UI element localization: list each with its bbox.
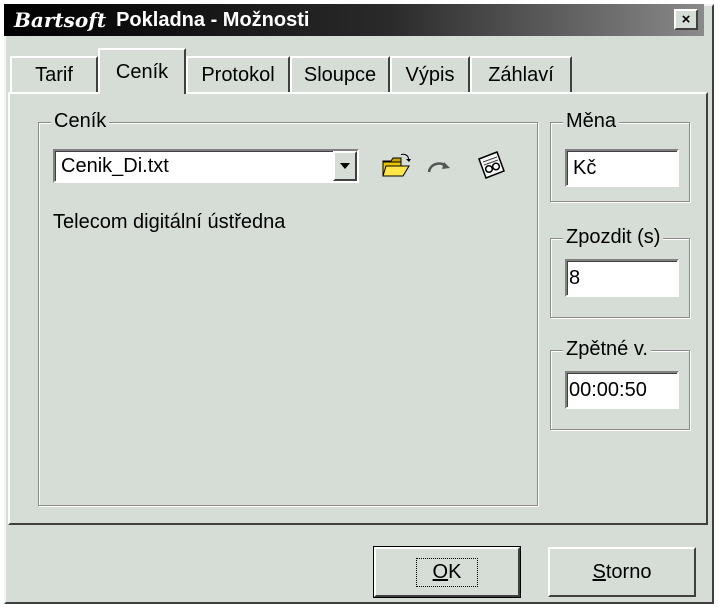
cenik-groupbox: Ceník Cenik_Di.txt Telecom digitální úst… bbox=[38, 109, 538, 506]
zpozdit-groupbox: Zpozdit (s) 8 bbox=[550, 225, 690, 318]
tab-panel-cenik: Ceník Cenik_Di.txt Telecom digitální úst… bbox=[8, 92, 708, 525]
window-title: Pokladna - Možnosti bbox=[116, 8, 310, 31]
tab-label: Sloupce bbox=[303, 63, 377, 86]
mena-input[interactable]: Kč bbox=[565, 149, 679, 187]
tab-label: Záhlaví bbox=[488, 63, 554, 86]
cenik-select[interactable]: Cenik_Di.txt bbox=[53, 149, 359, 183]
zpozdit-legend: Zpozdit (s) bbox=[563, 225, 664, 249]
tab-protokol[interactable]: Protokol bbox=[186, 56, 290, 92]
mena-legend: Měna bbox=[563, 109, 620, 133]
zpozdit-input[interactable]: 8 bbox=[565, 259, 679, 297]
ok-label-rest: K bbox=[448, 560, 462, 583]
tab-zahlavi[interactable]: Záhlaví bbox=[470, 56, 572, 92]
mena-groupbox: Měna Kč bbox=[550, 109, 690, 202]
cenik-select-value: Cenik_Di.txt bbox=[61, 155, 169, 177]
reload-arrow-icon[interactable] bbox=[423, 153, 457, 181]
tab-sloupce[interactable]: Sloupce bbox=[290, 56, 390, 92]
storno-mnemonic: S bbox=[592, 560, 606, 583]
cenik-description: Telecom digitální ústředna bbox=[53, 211, 286, 233]
cenik-legend: Ceník bbox=[51, 109, 110, 133]
close-button[interactable]: × bbox=[674, 9, 698, 30]
ok-button-label: OK bbox=[415, 557, 479, 587]
tab-label: Výpis bbox=[405, 63, 455, 86]
open-folder-icon[interactable] bbox=[379, 151, 413, 181]
chevron-down-icon[interactable] bbox=[333, 151, 357, 181]
tab-tarif[interactable]: Tarif bbox=[10, 56, 98, 92]
zpetne-legend: Zpětné v. bbox=[563, 337, 651, 361]
ok-button[interactable]: OK bbox=[373, 546, 521, 598]
tab-label: Ceník bbox=[115, 60, 169, 83]
view-icon[interactable] bbox=[473, 147, 509, 183]
tab-label: Protokol bbox=[201, 63, 275, 86]
brand-logo: Bartsoft bbox=[14, 8, 107, 32]
storno-button-label: Storno bbox=[593, 561, 652, 584]
zpetne-groupbox: Zpětné v. 00:00:50 bbox=[550, 337, 690, 430]
zpetne-input[interactable]: 00:00:50 bbox=[565, 371, 679, 409]
tab-label: Tarif bbox=[35, 63, 73, 86]
title-bar[interactable]: Bartsoft Pokladna - Možnosti × bbox=[4, 4, 704, 36]
tab-vypis[interactable]: Výpis bbox=[390, 56, 470, 92]
storno-label-rest: torno bbox=[605, 560, 652, 583]
tab-cenik[interactable]: Ceník bbox=[98, 48, 186, 94]
storno-button[interactable]: Storno bbox=[548, 547, 696, 597]
ok-mnemonic: O bbox=[432, 560, 449, 583]
close-icon: × bbox=[681, 11, 691, 28]
